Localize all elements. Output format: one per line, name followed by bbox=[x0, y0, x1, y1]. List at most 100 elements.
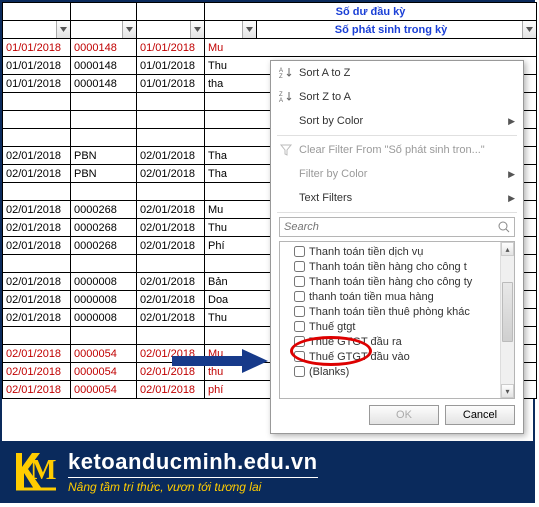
cell[interactable]: 02/01/2018 bbox=[137, 381, 205, 399]
filter-dropdown-icon[interactable] bbox=[522, 21, 536, 38]
cell[interactable]: 02/01/2018 bbox=[137, 219, 205, 237]
checklist-item[interactable]: Thanh toán tiền hàng cho công ty bbox=[294, 274, 498, 289]
sort-az[interactable]: AZ Sort A to Z bbox=[271, 61, 523, 85]
cell[interactable]: 02/01/2018 bbox=[3, 201, 71, 219]
cell[interactable]: 0000148 bbox=[71, 57, 137, 75]
checkbox[interactable] bbox=[294, 306, 305, 317]
cell[interactable]: PBN bbox=[71, 147, 137, 165]
checkbox[interactable] bbox=[294, 321, 305, 332]
cell[interactable] bbox=[137, 255, 205, 273]
checklist-item[interactable]: Thanh toán tiền hàng cho công t bbox=[294, 259, 498, 274]
checklist-item[interactable]: Thuế gtgt bbox=[294, 319, 498, 334]
cell[interactable]: 02/01/2018 bbox=[137, 201, 205, 219]
cell[interactable]: 0000268 bbox=[71, 201, 137, 219]
header-period-arising[interactable]: Số phát sinh trong kỳ bbox=[257, 21, 537, 39]
cell[interactable]: 0000054 bbox=[71, 381, 137, 399]
cell[interactable]: 02/01/2018 bbox=[3, 309, 71, 327]
checkbox[interactable] bbox=[294, 336, 305, 347]
cell[interactable]: 02/01/2018 bbox=[137, 291, 205, 309]
cell[interactable] bbox=[71, 129, 137, 147]
filter-col-1[interactable] bbox=[3, 21, 71, 39]
cell[interactable] bbox=[71, 93, 137, 111]
filter-dropdown-icon[interactable] bbox=[190, 21, 204, 38]
sort-by-color[interactable]: Sort by Color ▶ bbox=[271, 109, 523, 133]
cell[interactable]: 02/01/2018 bbox=[3, 363, 71, 381]
cell[interactable]: 02/01/2018 bbox=[137, 345, 205, 363]
cell[interactable]: 01/01/2018 bbox=[137, 39, 205, 57]
cell[interactable] bbox=[137, 93, 205, 111]
search-box[interactable] bbox=[279, 217, 515, 237]
filter-col-3[interactable] bbox=[137, 21, 205, 39]
checklist-item[interactable]: Thuế GTGT đầu vào bbox=[294, 349, 498, 364]
cell[interactable] bbox=[3, 129, 71, 147]
cell[interactable]: 02/01/2018 bbox=[3, 219, 71, 237]
cell[interactable]: 02/01/2018 bbox=[137, 273, 205, 291]
cell[interactable] bbox=[71, 111, 137, 129]
sort-za[interactable]: ZA Sort Z to A bbox=[271, 85, 523, 109]
cell[interactable]: 01/01/2018 bbox=[3, 39, 71, 57]
cell[interactable] bbox=[137, 111, 205, 129]
filter-dropdown-icon[interactable] bbox=[56, 21, 70, 38]
cell[interactable]: 0000008 bbox=[71, 309, 137, 327]
search-input[interactable] bbox=[280, 218, 514, 236]
cell[interactable]: 02/01/2018 bbox=[3, 165, 71, 183]
cancel-button[interactable]: Cancel bbox=[445, 405, 515, 425]
cell[interactable] bbox=[137, 183, 205, 201]
scroll-down-icon[interactable]: ▾ bbox=[501, 384, 514, 398]
checklist-item[interactable]: Thanh toán tiền thuê phòng khác bbox=[294, 304, 498, 319]
cell[interactable]: 0000268 bbox=[71, 219, 137, 237]
scroll-thumb[interactable] bbox=[502, 282, 513, 342]
cell[interactable] bbox=[3, 183, 71, 201]
cell[interactable]: 01/01/2018 bbox=[137, 75, 205, 93]
cell[interactable] bbox=[137, 327, 205, 345]
table-row[interactable]: 01/01/2018000014801/01/2018Mu bbox=[3, 39, 537, 57]
scroll-up-icon[interactable]: ▴ bbox=[501, 242, 514, 256]
filter-dropdown-icon[interactable] bbox=[122, 21, 136, 38]
cell[interactable]: 01/01/2018 bbox=[3, 57, 71, 75]
filter-dropdown-icon[interactable] bbox=[242, 21, 256, 38]
checkbox[interactable] bbox=[294, 366, 305, 377]
checklist-item[interactable]: Thanh toán tiền dịch vụ bbox=[294, 244, 498, 259]
cell[interactable]: 0000008 bbox=[71, 273, 137, 291]
cell[interactable]: 0000148 bbox=[71, 75, 137, 93]
filter-col-4[interactable] bbox=[205, 21, 257, 39]
checkbox[interactable] bbox=[294, 276, 305, 287]
filter-col-2[interactable] bbox=[71, 21, 137, 39]
cell[interactable]: 02/01/2018 bbox=[137, 363, 205, 381]
checkbox[interactable] bbox=[294, 246, 305, 257]
checklist-item[interactable]: Thuế GTGT đầu ra bbox=[294, 334, 498, 349]
cell[interactable] bbox=[3, 327, 71, 345]
cell[interactable]: 02/01/2018 bbox=[137, 309, 205, 327]
cell[interactable] bbox=[3, 111, 71, 129]
checkbox[interactable] bbox=[294, 261, 305, 272]
cell[interactable] bbox=[3, 93, 71, 111]
checklist-item[interactable]: thanh toán tiền mua hàng bbox=[294, 289, 498, 304]
cell[interactable]: 02/01/2018 bbox=[3, 237, 71, 255]
scrollbar[interactable]: ▴ ▾ bbox=[500, 242, 514, 398]
cell[interactable]: 02/01/2018 bbox=[3, 291, 71, 309]
cell[interactable]: 0000148 bbox=[71, 39, 137, 57]
cell[interactable]: 0000268 bbox=[71, 237, 137, 255]
checkbox[interactable] bbox=[294, 351, 305, 362]
cell[interactable] bbox=[71, 255, 137, 273]
cell[interactable] bbox=[71, 183, 137, 201]
cell[interactable]: 0000054 bbox=[71, 363, 137, 381]
cell[interactable]: Mu bbox=[205, 39, 537, 57]
checklist-item[interactable]: (Blanks) bbox=[294, 364, 498, 379]
checkbox[interactable] bbox=[294, 291, 305, 302]
cell[interactable]: 02/01/2018 bbox=[137, 237, 205, 255]
cell[interactable] bbox=[137, 129, 205, 147]
text-filters[interactable]: Text Filters ▶ bbox=[271, 186, 523, 210]
cell[interactable] bbox=[71, 327, 137, 345]
cell[interactable]: 02/01/2018 bbox=[3, 273, 71, 291]
cell[interactable]: PBN bbox=[71, 165, 137, 183]
cell[interactable]: 02/01/2018 bbox=[137, 165, 205, 183]
cell[interactable] bbox=[3, 255, 71, 273]
cell[interactable]: 0000008 bbox=[71, 291, 137, 309]
cell[interactable]: 01/01/2018 bbox=[137, 57, 205, 75]
cell[interactable]: 02/01/2018 bbox=[137, 147, 205, 165]
cell[interactable]: 02/01/2018 bbox=[3, 345, 71, 363]
cell[interactable]: 0000054 bbox=[71, 345, 137, 363]
cell[interactable]: 01/01/2018 bbox=[3, 75, 71, 93]
cell[interactable]: 02/01/2018 bbox=[3, 147, 71, 165]
